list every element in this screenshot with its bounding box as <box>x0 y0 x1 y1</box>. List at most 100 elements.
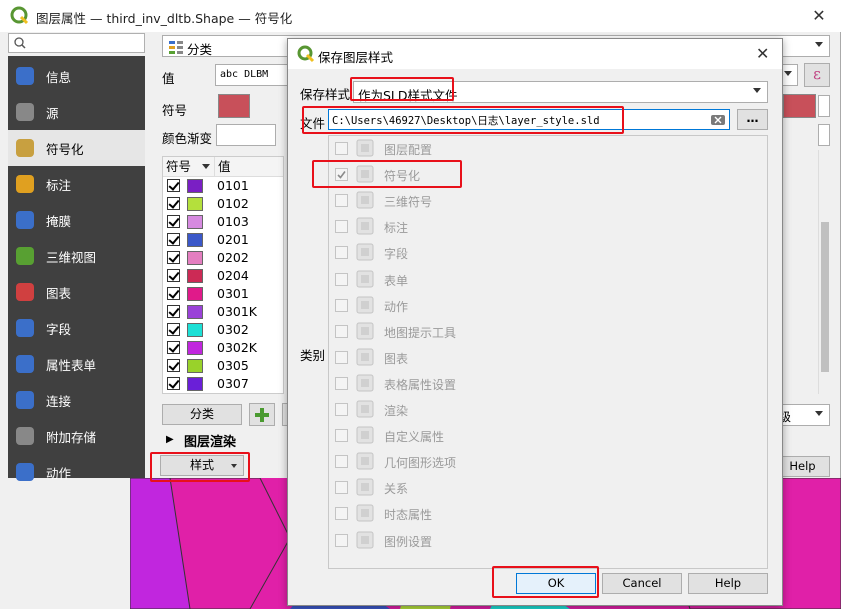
category-checkbox[interactable] <box>167 341 180 354</box>
category-color-swatch[interactable] <box>187 179 203 193</box>
category-color-swatch[interactable] <box>187 359 203 373</box>
column-header-symbol[interactable]: 符号 <box>163 157 215 177</box>
category-checkbox[interactable] <box>335 481 348 495</box>
category-color-swatch[interactable] <box>187 341 203 355</box>
category-color-swatch[interactable] <box>187 215 203 229</box>
cancel-button[interactable]: Cancel <box>602 573 682 594</box>
category-color-swatch[interactable] <box>187 323 203 337</box>
sidebar-item-fields[interactable]: 字段 <box>8 310 145 346</box>
sidebar-item-joins[interactable]: 连接 <box>8 382 145 418</box>
classify-button[interactable]: 分类 <box>162 404 242 425</box>
table-row[interactable]: 0307 <box>163 375 283 393</box>
sidebar-search-input[interactable] <box>8 33 145 53</box>
category-checkbox[interactable] <box>335 403 348 416</box>
table-row[interactable]: 0201 <box>163 231 283 249</box>
table-row[interactable]: 0305 <box>163 357 283 375</box>
style-category-item[interactable]: 自定义属性 <box>329 423 767 449</box>
sidebar-item-3d-view[interactable]: 三维视图 <box>8 238 145 274</box>
category-checkbox[interactable] <box>335 533 348 547</box>
value-field-combo[interactable]: abc DLBM <box>215 64 295 86</box>
sidebar-item-mask[interactable]: 掩膜 <box>8 202 145 238</box>
category-checkbox[interactable] <box>335 272 348 286</box>
color-ramp-combo[interactable] <box>216 124 276 146</box>
style-category-item[interactable]: 渲染 <box>329 397 767 423</box>
sidebar-item-diagrams[interactable]: 图表 <box>8 274 145 310</box>
style-category-item[interactable]: 标注 <box>329 214 767 240</box>
color-ramp-dropdown[interactable] <box>818 124 830 146</box>
category-checkbox[interactable] <box>335 142 348 155</box>
table-row[interactable]: 0102 <box>163 195 283 213</box>
style-category-item[interactable]: 几何图形选项 <box>329 449 767 475</box>
style-category-item[interactable]: 动作 <box>329 293 767 319</box>
table-row[interactable]: 0202 <box>163 249 283 267</box>
categories-list[interactable]: 符号 值 0101 0102 0103 0201 0202 0204 0301 0301K 03… <box>162 156 284 394</box>
category-checkbox[interactable] <box>167 251 180 264</box>
advanced-combo[interactable]: 级 <box>775 404 830 426</box>
category-color-swatch[interactable] <box>187 197 203 211</box>
column-header-value[interactable]: 值 <box>215 157 283 177</box>
help-button[interactable]: Help <box>775 456 830 477</box>
category-checkbox[interactable] <box>335 220 348 234</box>
category-checkbox[interactable] <box>335 350 348 364</box>
category-checkbox[interactable] <box>167 287 180 300</box>
category-color-swatch[interactable] <box>187 305 203 319</box>
table-row[interactable]: 0301K <box>163 303 283 321</box>
category-checkbox[interactable] <box>335 246 348 260</box>
style-category-item[interactable]: 三维符号 <box>329 188 767 214</box>
style-category-item[interactable]: 表格属性设置 <box>329 371 767 397</box>
table-row[interactable]: 0302 <box>163 321 283 339</box>
symbol-button[interactable] <box>218 94 250 118</box>
sidebar-item-symbology[interactable]: 符号化 <box>8 130 145 166</box>
browse-button[interactable]: … <box>737 109 768 130</box>
category-checkbox[interactable] <box>167 359 180 372</box>
category-checkbox[interactable] <box>335 429 348 443</box>
style-category-item[interactable]: 地图提示工具 <box>329 319 767 345</box>
clear-icon[interactable] <box>711 115 725 125</box>
symbol-preview[interactable] <box>783 94 816 118</box>
category-checkbox[interactable] <box>335 324 348 338</box>
sidebar-item-actions[interactable]: 动作 <box>8 454 145 490</box>
category-checkbox[interactable] <box>167 269 180 282</box>
sidebar-item-info[interactable]: 信息 <box>8 58 145 94</box>
category-checkbox[interactable] <box>167 215 180 228</box>
add-category-button[interactable] <box>249 403 275 426</box>
table-row[interactable]: 0204 <box>163 267 283 285</box>
table-row[interactable]: 0101 <box>163 177 283 195</box>
style-category-item[interactable]: 图表 <box>329 345 767 371</box>
category-color-swatch[interactable] <box>187 377 203 391</box>
style-category-item[interactable]: 图层配置 <box>329 136 767 162</box>
table-row[interactable]: 0302K <box>163 339 283 357</box>
dialog-close-icon[interactable]: ✕ <box>756 44 769 63</box>
category-checkbox[interactable] <box>167 179 180 192</box>
symbol-dropdown[interactable] <box>818 95 830 117</box>
category-checkbox[interactable] <box>167 305 180 318</box>
expand-arrow-icon[interactable]: ▶ <box>166 434 174 445</box>
style-category-item[interactable]: 字段 <box>329 240 767 266</box>
category-checkbox[interactable] <box>167 323 180 336</box>
category-color-swatch[interactable] <box>187 233 203 247</box>
style-category-item[interactable]: 图例设置 <box>329 528 767 554</box>
category-checkbox[interactable] <box>167 377 180 390</box>
category-color-swatch[interactable] <box>187 251 203 265</box>
sidebar-item-labels[interactable]: 标注 <box>8 166 145 202</box>
list-scrollbar[interactable] <box>818 150 830 394</box>
window-close-icon[interactable]: ✕ <box>808 6 830 26</box>
category-checkbox[interactable] <box>167 233 180 246</box>
category-color-swatch[interactable] <box>187 287 203 301</box>
table-row[interactable]: 0103 <box>163 213 283 231</box>
scrollbar-thumb[interactable] <box>821 222 829 372</box>
layer-rendering-section[interactable]: 图层渲染 <box>184 431 236 450</box>
style-category-item[interactable]: 时态属性 <box>329 501 767 527</box>
category-checkbox[interactable] <box>167 197 180 210</box>
category-checkbox[interactable] <box>335 455 348 469</box>
category-color-swatch[interactable] <box>187 269 203 283</box>
style-category-item[interactable]: 关系 <box>329 475 767 501</box>
category-checkbox[interactable] <box>335 376 348 390</box>
sidebar-item-auxiliary-storage[interactable]: 附加存储 <box>8 418 145 454</box>
category-checkbox[interactable] <box>335 507 348 521</box>
sidebar-item-attributes-form[interactable]: 属性表单 <box>8 346 145 382</box>
help-button[interactable]: Help <box>688 573 768 594</box>
expression-button[interactable]: ε <box>804 63 830 87</box>
category-checkbox[interactable] <box>335 194 348 208</box>
category-checkbox[interactable] <box>335 298 348 312</box>
